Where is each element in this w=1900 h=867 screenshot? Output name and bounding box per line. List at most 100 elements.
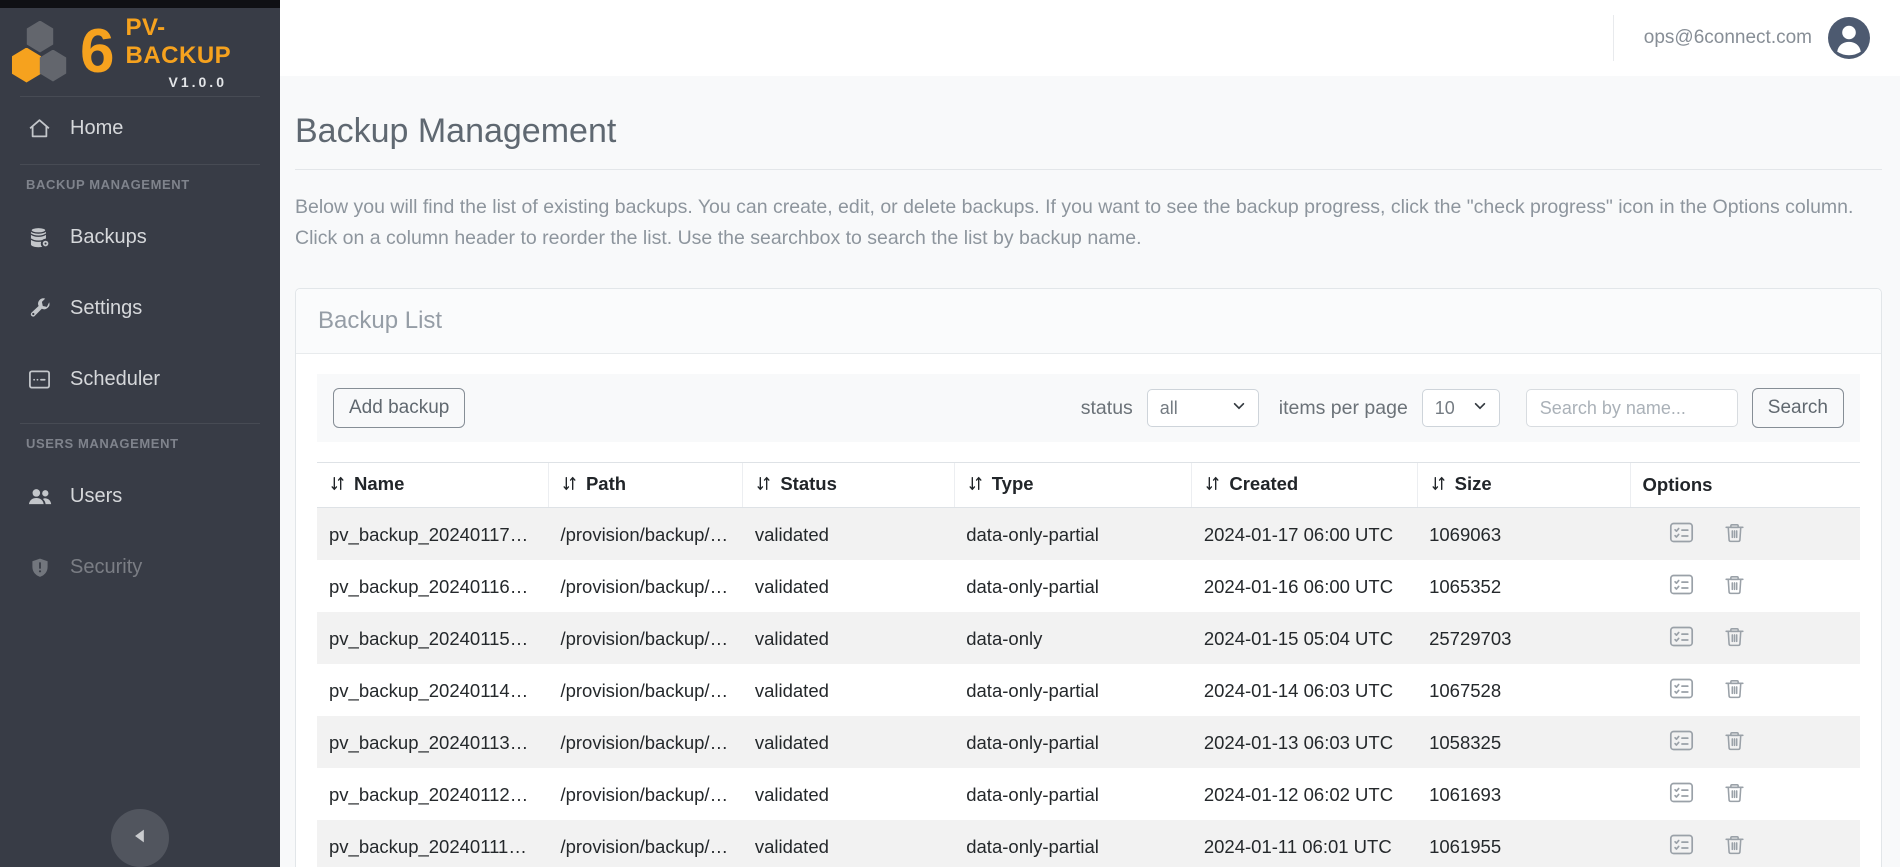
column-header-name[interactable]: Name xyxy=(317,463,548,508)
sidebar-item-home[interactable]: Home xyxy=(0,101,280,156)
cell-name: pv_backup_20240116060009_... xyxy=(317,560,548,612)
check-progress-icon xyxy=(1668,779,1695,809)
check-progress-button[interactable] xyxy=(1668,831,1695,861)
column-header-label: Path xyxy=(586,473,626,494)
check-progress-icon xyxy=(1668,727,1695,757)
cell-status: validated xyxy=(743,612,954,664)
sidebar-item-scheduler[interactable]: Scheduler xyxy=(0,344,280,415)
sidebar-item-settings[interactable]: Settings xyxy=(0,273,280,344)
column-header-size[interactable]: Size xyxy=(1417,463,1630,508)
delete-button[interactable] xyxy=(1722,572,1747,600)
cell-status: validated xyxy=(743,560,954,612)
check-progress-button[interactable] xyxy=(1668,623,1695,653)
user-menu[interactable]: ops@6connect.com xyxy=(1613,15,1870,61)
sort-icon xyxy=(561,475,578,497)
sidebar-section-label: USERS MANAGEMENT xyxy=(0,424,280,461)
sidebar-nav: HomeBACKUP MANAGEMENTBackupsSettingsSche… xyxy=(0,101,280,794)
sidebar-item-security[interactable]: Security xyxy=(0,532,280,603)
brand-name: PV-BACKUP xyxy=(125,14,270,70)
cell-type: data-only xyxy=(954,612,1192,664)
cell-created: 2024-01-13 06:03 UTC xyxy=(1192,716,1417,768)
column-header-options: Options xyxy=(1630,463,1860,508)
column-header-status[interactable]: Status xyxy=(743,463,954,508)
check-progress-button[interactable] xyxy=(1668,519,1695,549)
table-row: pv_backup_20240117060047_.../provision/b… xyxy=(317,508,1860,561)
row-options xyxy=(1668,571,1848,601)
row-options xyxy=(1668,727,1848,757)
cell-path: /provision/backup/file... xyxy=(548,612,742,664)
cell-path: /provision/backup/file... xyxy=(548,664,742,716)
column-header-path[interactable]: Path xyxy=(548,463,742,508)
app-logo: 6 PV-BACKUP V1.0.0 xyxy=(0,8,280,96)
check-progress-button[interactable] xyxy=(1668,727,1695,757)
backup-list-card: Backup List Add backup status all items … xyxy=(295,288,1882,867)
status-filter-label: status xyxy=(1081,397,1133,420)
row-options xyxy=(1668,675,1848,705)
delete-button[interactable] xyxy=(1722,520,1747,548)
cell-type: data-only-partial xyxy=(954,820,1192,867)
search-input[interactable] xyxy=(1526,389,1738,427)
cell-path: /provision/backup/file... xyxy=(548,820,742,867)
add-backup-button[interactable]: Add backup xyxy=(333,388,465,428)
row-options xyxy=(1668,831,1848,861)
search-button[interactable]: Search xyxy=(1752,388,1844,428)
cell-path: /provision/backup/file... xyxy=(548,768,742,820)
sidebar-collapse-button[interactable] xyxy=(111,809,169,867)
cell-path: /provision/backup/file... xyxy=(548,560,742,612)
cell-type: data-only-partial xyxy=(954,716,1192,768)
sidebar-item-label: Home xyxy=(70,117,123,140)
chevron-down-icon xyxy=(1473,399,1487,418)
column-header-created[interactable]: Created xyxy=(1192,463,1417,508)
delete-button[interactable] xyxy=(1722,676,1747,704)
check-progress-button[interactable] xyxy=(1668,571,1695,601)
toolbar-right-controls: status all items per page 10 xyxy=(1081,388,1844,428)
delete-button[interactable] xyxy=(1722,832,1747,860)
scheduler-window-icon xyxy=(26,366,53,393)
cell-created: 2024-01-11 06:01 UTC xyxy=(1192,820,1417,867)
column-header-label: Status xyxy=(780,473,837,494)
title-divider xyxy=(295,169,1882,170)
status-filter-select[interactable]: all xyxy=(1147,389,1259,427)
card-title: Backup List xyxy=(296,289,1881,354)
cell-size: 1058325 xyxy=(1417,716,1630,768)
table-toolbar: Add backup status all items per page 10 xyxy=(317,374,1860,442)
check-progress-button[interactable] xyxy=(1668,675,1695,705)
topbar: ops@6connect.com xyxy=(280,0,1900,76)
page-description: Below you will find the list of existing… xyxy=(295,192,1877,254)
cell-created: 2024-01-15 05:04 UTC xyxy=(1192,612,1417,664)
sidebar-item-label: Scheduler xyxy=(70,368,160,391)
cell-status: validated xyxy=(743,768,954,820)
cell-status: validated xyxy=(743,820,954,867)
cell-options xyxy=(1630,560,1860,612)
delete-button[interactable] xyxy=(1722,728,1747,756)
delete-icon xyxy=(1722,624,1747,652)
items-per-page-select[interactable]: 10 xyxy=(1422,389,1500,427)
check-progress-icon xyxy=(1668,519,1695,549)
sidebar-item-users[interactable]: Users xyxy=(0,461,280,532)
cell-size: 1067528 xyxy=(1417,664,1630,716)
user-avatar-icon[interactable] xyxy=(1828,17,1870,59)
sidebar-item-label: Users xyxy=(70,485,122,508)
check-progress-icon xyxy=(1668,571,1695,601)
sidebar-item-backups[interactable]: Backups xyxy=(0,202,280,273)
delete-icon xyxy=(1722,572,1747,600)
database-icon xyxy=(26,224,53,251)
cell-size: 25729703 xyxy=(1417,612,1630,664)
cell-type: data-only-partial xyxy=(954,664,1192,716)
row-options xyxy=(1668,519,1848,549)
column-header-type[interactable]: Type xyxy=(954,463,1192,508)
cell-name: pv_backup_20240112060228_... xyxy=(317,768,548,820)
delete-button[interactable] xyxy=(1722,780,1747,808)
sort-icon xyxy=(1204,475,1221,497)
status-filter-value: all xyxy=(1160,398,1178,419)
check-progress-icon xyxy=(1668,675,1695,705)
cell-options xyxy=(1630,664,1860,716)
delete-icon xyxy=(1722,832,1747,860)
cell-size: 1061693 xyxy=(1417,768,1630,820)
cell-type: data-only-partial xyxy=(954,768,1192,820)
check-progress-button[interactable] xyxy=(1668,779,1695,809)
delete-button[interactable] xyxy=(1722,624,1747,652)
cell-type: data-only-partial xyxy=(954,508,1192,561)
brand-text: PV-BACKUP V1.0.0 xyxy=(125,14,270,90)
cell-created: 2024-01-12 06:02 UTC xyxy=(1192,768,1417,820)
